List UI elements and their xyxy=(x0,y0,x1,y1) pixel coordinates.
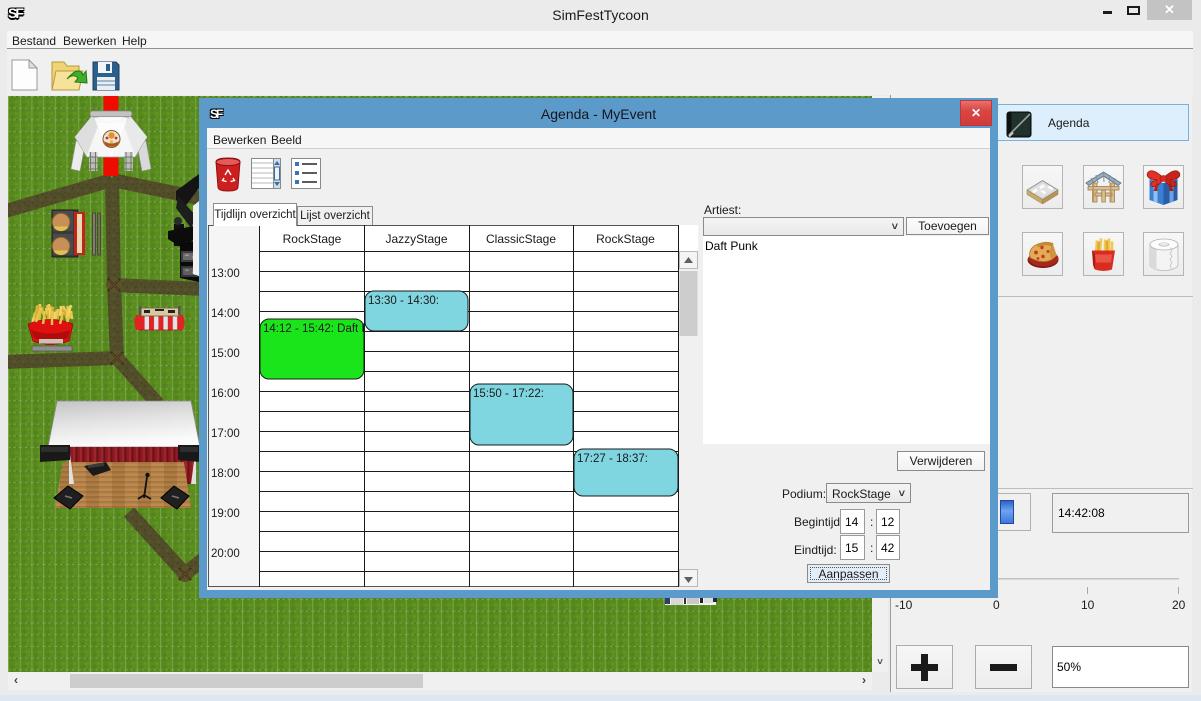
svg-text:17:27 - 18:37:: 17:27 - 18:37: xyxy=(577,453,648,465)
svg-text:16:00: 16:00 xyxy=(211,388,240,400)
svg-text:17:00: 17:00 xyxy=(211,428,240,440)
svg-text:15:00: 15:00 xyxy=(211,348,240,360)
svg-text:13:30 - 14:30:: 13:30 - 14:30: xyxy=(368,295,439,307)
svg-text:19:00: 19:00 xyxy=(211,508,240,520)
svg-text:RockStage: RockStage xyxy=(283,232,342,246)
svg-text:13:00: 13:00 xyxy=(211,268,240,280)
svg-text:15:50 - 17:22:: 15:50 - 17:22: xyxy=(473,388,544,400)
svg-text:ClassicStage: ClassicStage xyxy=(486,232,556,246)
svg-text:20:00: 20:00 xyxy=(211,548,240,560)
svg-text:18:00: 18:00 xyxy=(211,468,240,480)
svg-text:RockStage: RockStage xyxy=(596,232,655,246)
svg-text:JazzyStage: JazzyStage xyxy=(385,232,447,246)
svg-text:14:00: 14:00 xyxy=(211,308,240,320)
